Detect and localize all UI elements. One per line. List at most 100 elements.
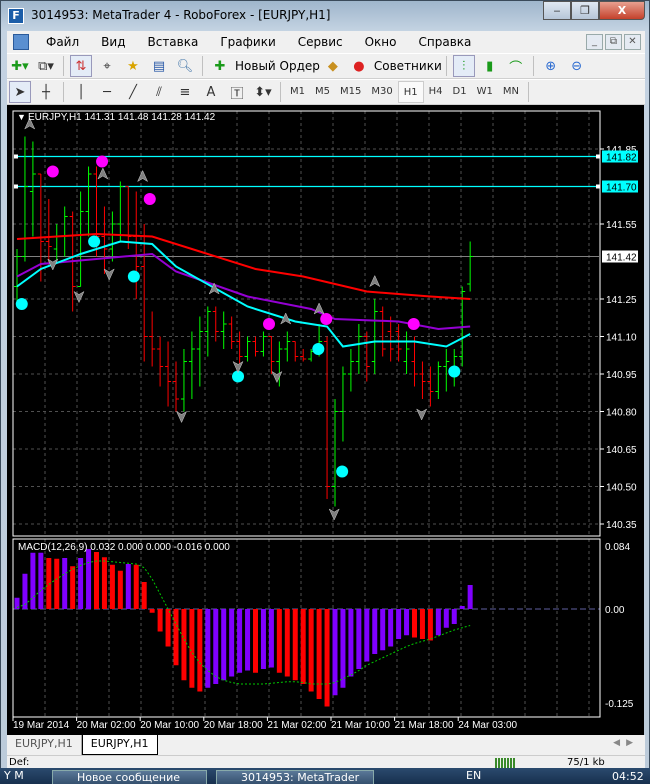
equidistant-channel-icon[interactable]: ⫽	[148, 81, 170, 103]
cursor-icon[interactable]: ➤	[9, 81, 31, 103]
arrows-icon[interactable]: ⬍▾	[252, 81, 274, 103]
menu-help[interactable]: Справка	[408, 35, 483, 49]
chart-window[interactable]: 141.85141.55141.25141.10140.95140.80140.…	[7, 105, 644, 735]
tab-eurjpy-h1-1[interactable]: EURJPY,H1	[7, 735, 82, 755]
language-indicator[interactable]: EN	[466, 769, 481, 782]
ohlc-bar	[196, 316, 203, 387]
ohlc-bar	[324, 336, 331, 499]
tab-eurjpy-h1-2[interactable]: EURJPY,H1	[81, 735, 158, 755]
macd-histogram-bar	[356, 609, 362, 669]
ohlc-bar	[419, 361, 426, 399]
timeframe-h1[interactable]: H1	[397, 81, 424, 103]
terminal-icon[interactable]: ▤	[148, 55, 170, 77]
close-button[interactable]: X	[599, 1, 645, 20]
new-order-button[interactable]: Новый Ордер	[235, 59, 320, 73]
profiles-icon[interactable]: ⧉▾	[35, 55, 57, 77]
zoom-out-icon[interactable]: ⊖	[566, 55, 588, 77]
macd-histogram-bar	[324, 609, 330, 707]
new-order-icon[interactable]: ✚	[209, 55, 231, 77]
zoom-in-icon[interactable]: ⊕	[540, 55, 562, 77]
data-window-icon[interactable]: ⌖	[96, 55, 118, 77]
taskbar-metatrader[interactable]: 3014953: MetaTrader	[216, 770, 374, 784]
price-chart[interactable]: 141.85141.55141.25141.10140.95140.80140.…	[7, 105, 644, 735]
macd-histogram-bar	[404, 609, 410, 636]
macd-histogram-bar	[117, 570, 123, 609]
price-tick-label: 141.10	[606, 333, 637, 344]
macd-histogram-bar	[419, 609, 425, 639]
menu-window[interactable]: Окно	[354, 35, 408, 49]
new-chart-icon[interactable]: ✚▾	[9, 55, 31, 77]
child-close-button[interactable]: ✕	[624, 34, 641, 50]
tab-scroll-arrows[interactable]: ◀▶	[613, 738, 639, 748]
macd-tick-label: 0.00	[605, 605, 625, 616]
trendline-icon[interactable]: ╱	[122, 81, 144, 103]
macd-histogram-bar	[213, 609, 219, 684]
macd-histogram-bar	[451, 609, 457, 624]
timeframe-h4[interactable]: H4	[424, 81, 448, 103]
macd-histogram-bar	[237, 609, 243, 673]
clock[interactable]: 04:52	[612, 770, 644, 783]
child-minimize-button[interactable]: _	[586, 34, 603, 50]
fractal-up-arrow-icon	[369, 274, 381, 288]
ohlc-bar	[53, 224, 60, 262]
macd-histogram-bar	[22, 573, 28, 609]
macd-histogram-bar	[443, 609, 449, 628]
fractal-down-arrow-icon	[328, 508, 340, 521]
crosshair-icon[interactable]: ┼	[35, 81, 57, 103]
macd-header: MACD(12,26,9) 0.032 0.000 0.000 -0.016 0…	[18, 542, 230, 553]
time-label: 20 Mar 18:00	[204, 720, 263, 731]
line-handle	[14, 154, 18, 159]
macd-histogram-bar	[133, 564, 139, 609]
fractal-down-arrow-icon	[232, 360, 244, 374]
macd-histogram-bar	[165, 609, 171, 647]
macd-histogram-bar	[284, 609, 290, 677]
timeframe-mn[interactable]: MN	[498, 81, 524, 103]
horizontal-line-icon[interactable]: ─	[96, 81, 118, 103]
metaeditor-icon[interactable]: ◆	[322, 55, 344, 77]
maximize-button[interactable]: ❐	[571, 1, 599, 20]
timeframe-w1[interactable]: W1	[472, 81, 498, 103]
market-watch-icon[interactable]: ⇅	[70, 55, 92, 77]
menu-charts[interactable]: Графики	[209, 35, 286, 49]
menu-tools[interactable]: Сервис	[287, 35, 354, 49]
macd-histogram-bar	[308, 609, 314, 692]
timeframe-m15[interactable]: M15	[335, 81, 366, 103]
macd-histogram-bar	[427, 609, 433, 641]
line-chart-icon[interactable]: ⌒	[505, 55, 527, 77]
vertical-line-icon[interactable]: │	[70, 81, 92, 103]
ohlc-bar	[347, 349, 354, 392]
timeframe-d1[interactable]: D1	[448, 81, 472, 103]
navigator-icon[interactable]: ★	[122, 55, 144, 77]
buy-signal-dot	[88, 235, 101, 248]
macd-histogram-bar	[364, 609, 370, 662]
minimize-button[interactable]: ‒	[543, 1, 571, 20]
ma-slow-line	[16, 232, 471, 300]
ohlc-bar	[292, 341, 299, 362]
macd-tick-label: 0.084	[605, 542, 630, 553]
menu-file[interactable]: Файл	[35, 35, 90, 49]
taskbar-left-item[interactable]: Y M	[4, 769, 24, 782]
chart-header-arrow[interactable]: ▼	[17, 112, 26, 122]
menu-view[interactable]: Вид	[90, 35, 136, 49]
taskbar-chrome[interactable]: Новое сообщение	[52, 770, 207, 784]
candlestick-icon[interactable]: ▮	[479, 55, 501, 77]
strategy-tester-icon[interactable]: 🔍︎	[174, 55, 196, 77]
text-label-icon[interactable]: 🅃︎	[226, 81, 248, 103]
ohlc-bar	[29, 141, 36, 237]
text-icon[interactable]: A	[200, 81, 222, 103]
price-tick-label: 140.95	[606, 370, 637, 381]
menu-insert[interactable]: Вставка	[136, 35, 209, 49]
timeframe-m5[interactable]: M5	[310, 81, 335, 103]
chart-window-icon[interactable]	[13, 34, 29, 50]
macd-histogram-bar	[86, 549, 92, 609]
expert-advisors-icon[interactable]: ●	[348, 55, 370, 77]
bar-chart-icon[interactable]: ⫶	[452, 55, 475, 77]
macd-histogram-bar	[300, 609, 306, 684]
timeframe-m30[interactable]: M30	[366, 81, 397, 103]
fibonacci-icon[interactable]: ≡	[174, 81, 196, 103]
sell-signal-dot	[96, 155, 109, 168]
expert-advisors-button[interactable]: Советники	[374, 59, 442, 73]
child-restore-button[interactable]: ⧉	[605, 34, 622, 50]
macd-histogram-bar	[388, 609, 394, 647]
timeframe-m1[interactable]: M1	[285, 81, 310, 103]
